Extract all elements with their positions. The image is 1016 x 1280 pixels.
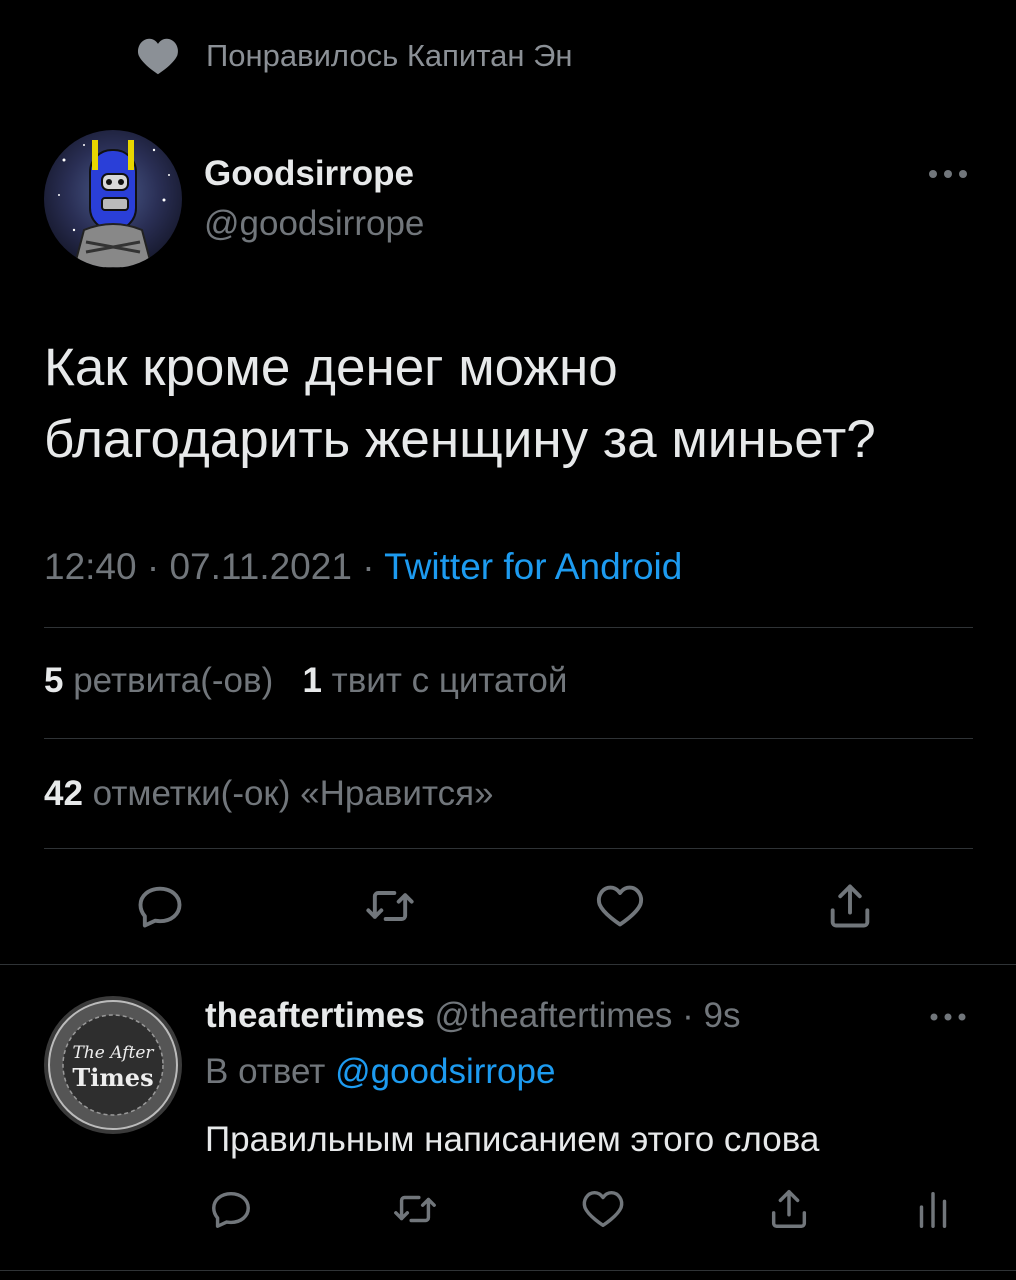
like-icon[interactable] <box>580 1186 626 1232</box>
liked-by-row[interactable]: Понравилось Капитан Эн <box>136 34 572 78</box>
user-handle[interactable]: @goodsirrope <box>204 204 424 244</box>
reply-display-name[interactable]: theaftertimes <box>205 996 425 1035</box>
divider <box>0 1270 1016 1271</box>
likes-count: 42 <box>44 774 83 813</box>
replying-to-label: В ответ <box>205 1052 326 1091</box>
display-name[interactable]: Goodsirrope <box>204 154 414 194</box>
share-icon[interactable] <box>766 1186 812 1232</box>
tweet-text-line: Как кроме денег можно <box>44 338 618 397</box>
separator: · <box>146 546 160 587</box>
divider <box>44 627 973 628</box>
reply-header: theaftertimes @theaftertimes · 9s <box>205 996 740 1036</box>
replying-to-handle[interactable]: @goodsirrope <box>335 1052 555 1091</box>
quotes-label: твит с цитатой <box>331 661 568 700</box>
tweet-text: Как кроме денег можно благодарить женщин… <box>44 332 984 476</box>
more-options-icon[interactable] <box>926 162 970 186</box>
separator: · <box>362 546 375 587</box>
tweet-time: 12:40 <box>44 546 137 587</box>
reply-age: · 9s <box>682 996 741 1035</box>
tweet-text-line: благодарить женщину за миньет? <box>44 410 876 469</box>
retweets-link[interactable]: 5 ретвита(-ов) <box>44 661 273 700</box>
tweet-meta: 12:40 · 07.11.2021 · Twitter for Android <box>44 546 682 588</box>
retweet-icon[interactable] <box>364 880 416 932</box>
share-icon[interactable] <box>824 880 876 932</box>
tweet-source-link[interactable]: Twitter for Android <box>384 546 682 587</box>
avatar[interactable] <box>44 130 182 268</box>
analytics-icon[interactable] <box>910 1186 956 1232</box>
quotes-link[interactable]: 1 твит с цитатой <box>302 661 567 700</box>
heart-filled-icon <box>138 38 178 75</box>
retweets-label: ретвита(-ов) <box>73 661 274 700</box>
reply-icon[interactable] <box>134 880 186 932</box>
divider <box>44 738 973 739</box>
retweet-icon[interactable] <box>392 1186 438 1232</box>
tweet-date: 07.11.2021 <box>169 546 352 587</box>
replying-to: В ответ @goodsirrope <box>205 1052 555 1092</box>
divider <box>0 964 1016 965</box>
quotes-count: 1 <box>302 661 322 700</box>
reply-tweet[interactable]: The After Times theaftertimes @theaftert… <box>0 966 1016 1266</box>
tweet-actions <box>0 880 1016 940</box>
reply-text: Правильным написанием этого слова <box>205 1120 820 1159</box>
reply-handle[interactable]: @theaftertimes <box>435 996 673 1035</box>
reply-avatar[interactable]: The After Times <box>44 996 182 1134</box>
more-options-icon[interactable] <box>928 1006 968 1028</box>
liked-by-text: Понравилось Капитан Эн <box>206 38 573 73</box>
like-icon[interactable] <box>594 880 646 932</box>
reply-icon[interactable] <box>208 1186 254 1232</box>
likes-label: отметки(-ок) «Нравится» <box>92 774 494 813</box>
divider <box>44 848 973 849</box>
likes-link[interactable]: 42 отметки(-ок) «Нравится» <box>44 774 494 814</box>
avatar-text: The After <box>72 1043 154 1063</box>
tweet-author: Goodsirrope @goodsirrope <box>44 130 974 270</box>
retweet-stats: 5 ретвита(-ов) 1 твит с цитатой <box>44 661 567 701</box>
retweets-count: 5 <box>44 661 64 700</box>
avatar-text: Times <box>72 1063 153 1092</box>
